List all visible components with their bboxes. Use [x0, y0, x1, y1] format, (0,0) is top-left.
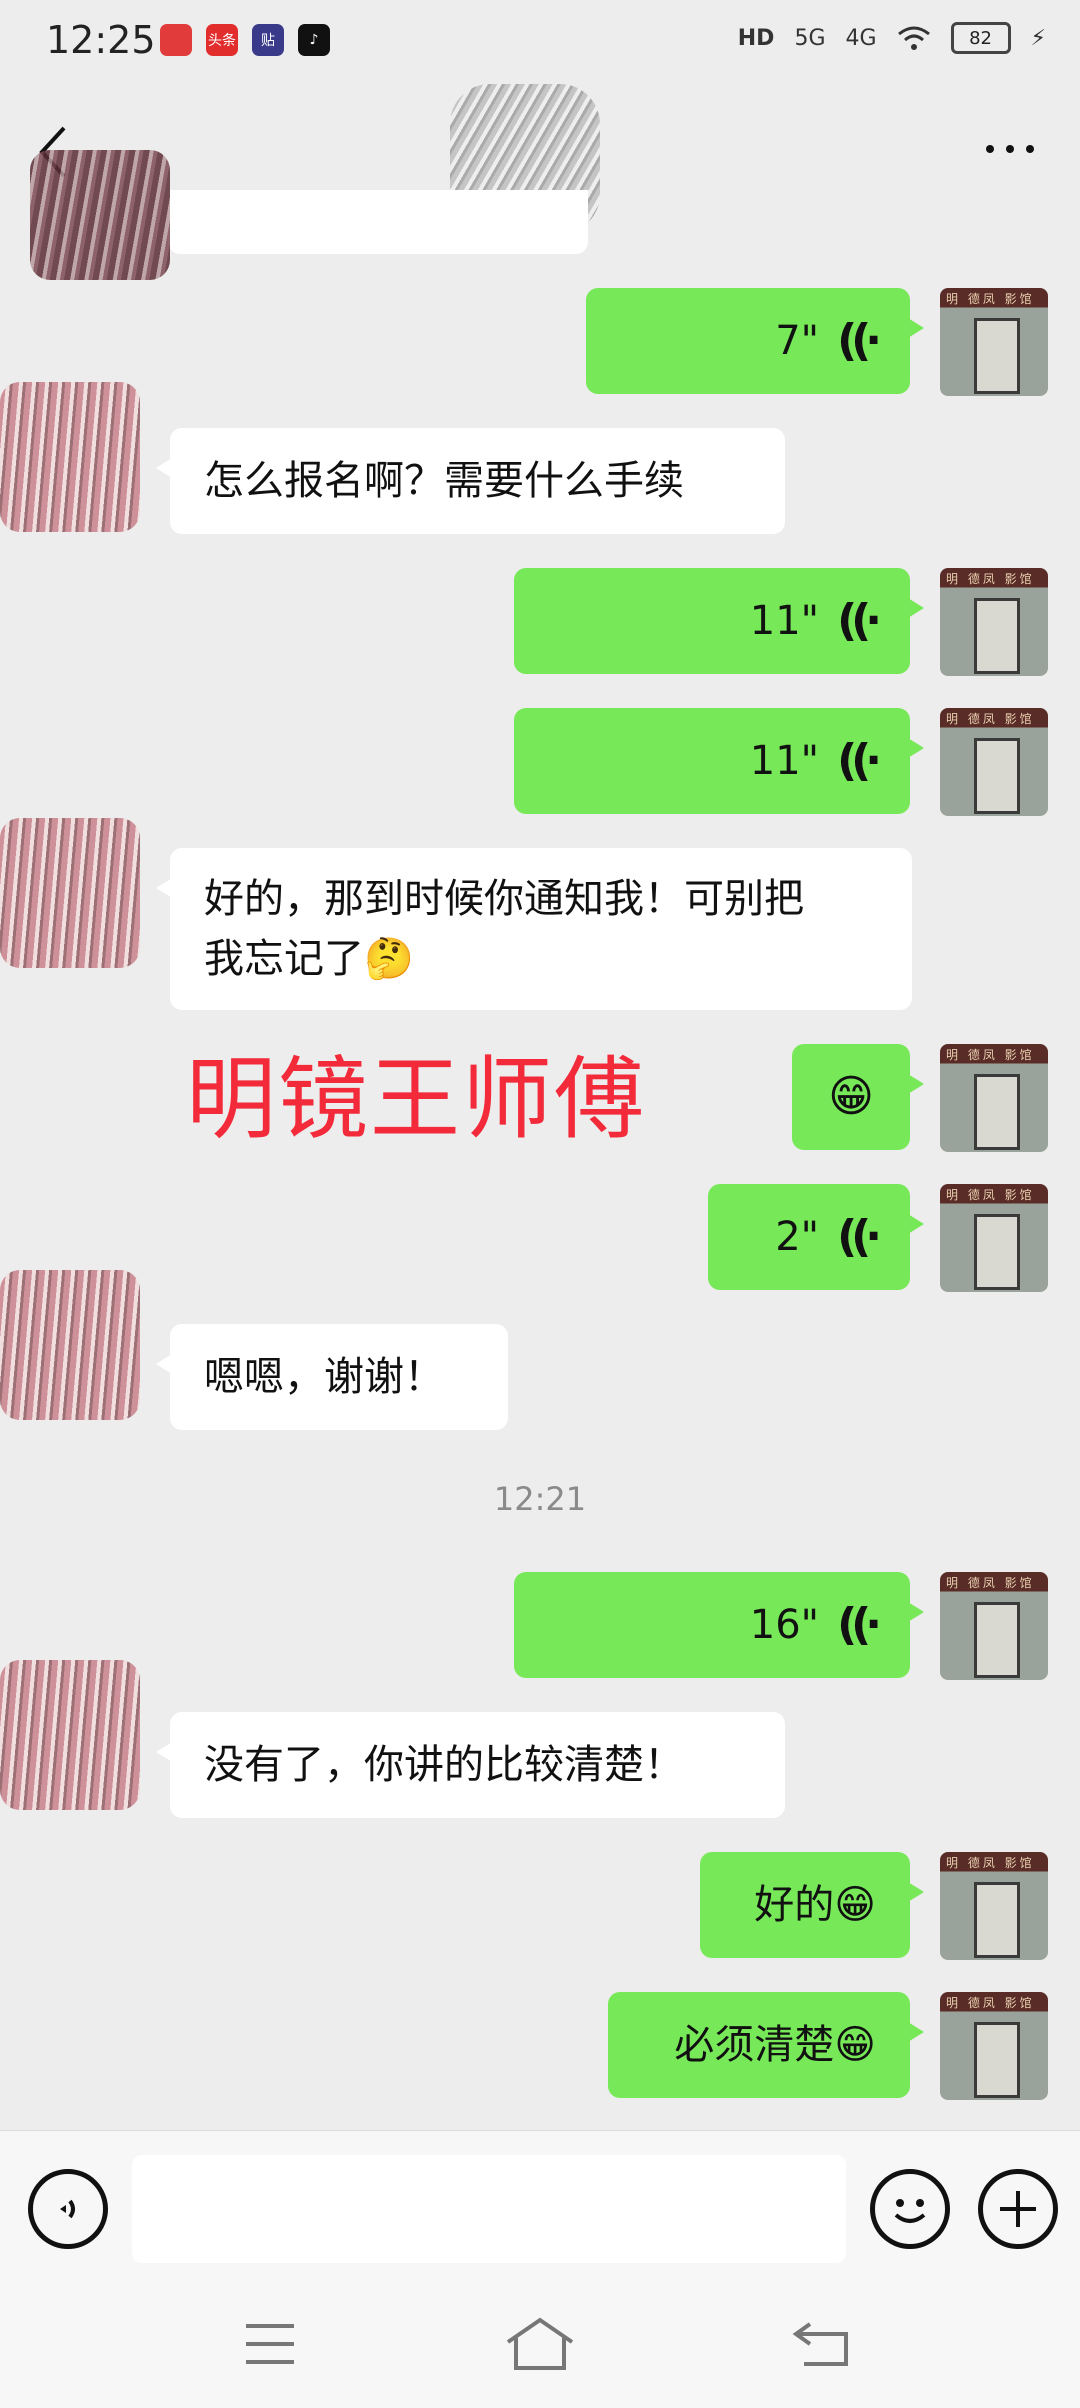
avatar-sign-text: 明 德凤 影馆 [946, 712, 1035, 726]
voice-duration: 16" [749, 1602, 820, 1648]
toutiao-app-icon: 头条 [206, 24, 238, 56]
avatar-door [974, 1602, 1020, 1678]
message-text: 没有了，你讲的比较清楚！ [204, 1742, 684, 1788]
voice-message[interactable]: 16" ((· [514, 1572, 924, 1678]
avatar-door [974, 1074, 1020, 1150]
message-text-line-1: 好的，那到时候你通知我！可别把 [204, 876, 804, 922]
contact-avatar[interactable] [0, 382, 140, 532]
avatar-sign-text: 明 德凤 影馆 [946, 1576, 1035, 1590]
self-avatar[interactable]: 明 德凤 影馆 [940, 708, 1048, 816]
avatar-sign-text: 明 德凤 影馆 [946, 572, 1035, 586]
back-arrow-icon[interactable] [792, 2320, 852, 2368]
message-input[interactable] [132, 2155, 846, 2263]
voice-wave-icon: ((· [837, 1211, 882, 1262]
avatar-door [974, 1882, 1020, 1958]
text-message[interactable]: 好的😁 [700, 1852, 924, 1958]
signal-4g-icon: 4G [845, 25, 877, 51]
avatar-door [974, 2022, 1020, 2098]
self-avatar[interactable]: 明 德凤 影馆 [940, 568, 1048, 676]
self-avatar[interactable]: 明 德凤 影馆 [940, 1572, 1048, 1680]
voice-message[interactable]: 11" ((· [514, 708, 924, 814]
avatar-door [974, 738, 1020, 814]
text-message[interactable]: 怎么报名啊？需要什么手续 [156, 428, 785, 534]
voice-duration: 2" [775, 1214, 820, 1260]
voice-message[interactable]: 7" ((· [586, 288, 924, 394]
menu-icon[interactable] [242, 2320, 298, 2368]
emoji-message[interactable]: 😁 [792, 1044, 924, 1150]
contact-avatar[interactable] [0, 1660, 140, 1810]
status-time: 12:25 [46, 18, 156, 62]
self-avatar[interactable]: 明 德凤 影馆 [940, 1184, 1048, 1292]
watermark-text: 明镜王师傅 [186, 1047, 646, 1152]
text-message[interactable]: 必须清楚😁 [608, 1992, 924, 2098]
contact-avatar[interactable] [30, 150, 170, 280]
voice-duration: 11" [749, 598, 820, 644]
self-avatar[interactable]: 明 德凤 影馆 [940, 288, 1048, 396]
self-avatar[interactable]: 明 德凤 影馆 [940, 1852, 1048, 1960]
avatar-door [974, 1214, 1020, 1290]
avatar-sign-text: 明 德凤 影馆 [946, 1996, 1035, 2010]
charging-icon: ⚡ [1030, 25, 1046, 51]
signal-5g-icon: 5G [794, 25, 826, 51]
avatar-sign-text: 明 德凤 影馆 [946, 292, 1035, 306]
partial-incoming-bubble [168, 190, 588, 254]
hd-icon: HD [737, 25, 775, 51]
tieba-app-icon: 贴 [252, 24, 284, 56]
system-status-icons: HD 5G 4G 82 ⚡ [738, 22, 1046, 54]
more-dots-icon[interactable] [980, 124, 1040, 174]
voice-duration: 11" [749, 738, 820, 784]
system-nav-bar [0, 2286, 1080, 2408]
voice-toggle-icon[interactable] [28, 2169, 108, 2249]
voice-wave-icon: ((· [837, 735, 882, 786]
text-message[interactable]: 嗯嗯，谢谢！ [156, 1324, 508, 1430]
plus-icon[interactable] [978, 2169, 1058, 2249]
status-bar: 12:25 头条 贴 ♪ HD 5G 4G 82 ⚡ [0, 0, 1080, 84]
message-text-line-2: 我忘记了🤔 [204, 936, 414, 982]
voice-duration: 7" [775, 318, 820, 364]
tiktok-app-icon: ♪ [298, 24, 330, 56]
battery-icon: 82 [950, 22, 1011, 54]
message-text: 好的😁 [754, 1882, 876, 1928]
home-icon[interactable] [504, 2316, 576, 2372]
grin-emoji-icon: 😁 [828, 1071, 874, 1122]
contact-avatar[interactable] [0, 1270, 140, 1420]
chat-timestamp: 12:21 [493, 1480, 587, 1518]
contact-avatar[interactable] [0, 818, 140, 968]
voice-message[interactable]: 2" ((· [708, 1184, 924, 1290]
avatar-sign-text: 明 德凤 影馆 [946, 1048, 1035, 1062]
message-text: 必须清楚😁 [674, 2022, 876, 2068]
voice-message[interactable]: 11" ((· [514, 568, 924, 674]
self-avatar[interactable]: 明 德凤 影馆 [940, 1992, 1048, 2100]
message-text: 怎么报名啊？需要什么手续 [204, 458, 684, 504]
input-bar [0, 2130, 1080, 2287]
voice-wave-icon: ((· [837, 1599, 882, 1650]
voice-wave-icon: ((· [837, 315, 882, 366]
map-app-icon [160, 24, 192, 56]
text-message[interactable]: 好的，那到时候你通知我！可别把 我忘记了🤔 [156, 848, 912, 1010]
avatar-door [974, 318, 1020, 394]
smiley-icon[interactable] [870, 2169, 950, 2249]
message-text: 嗯嗯，谢谢！ [204, 1354, 444, 1400]
avatar-door [974, 598, 1020, 674]
wifi-icon [897, 26, 930, 50]
avatar-sign-text: 明 德凤 影馆 [946, 1188, 1035, 1202]
avatar-sign-text: 明 德凤 影馆 [946, 1856, 1035, 1870]
self-avatar[interactable]: 明 德凤 影馆 [940, 1044, 1048, 1152]
text-message[interactable]: 没有了，你讲的比较清楚！ [156, 1712, 785, 1818]
notification-icons: 头条 贴 ♪ [160, 24, 330, 56]
voice-wave-icon: ((· [837, 595, 882, 646]
